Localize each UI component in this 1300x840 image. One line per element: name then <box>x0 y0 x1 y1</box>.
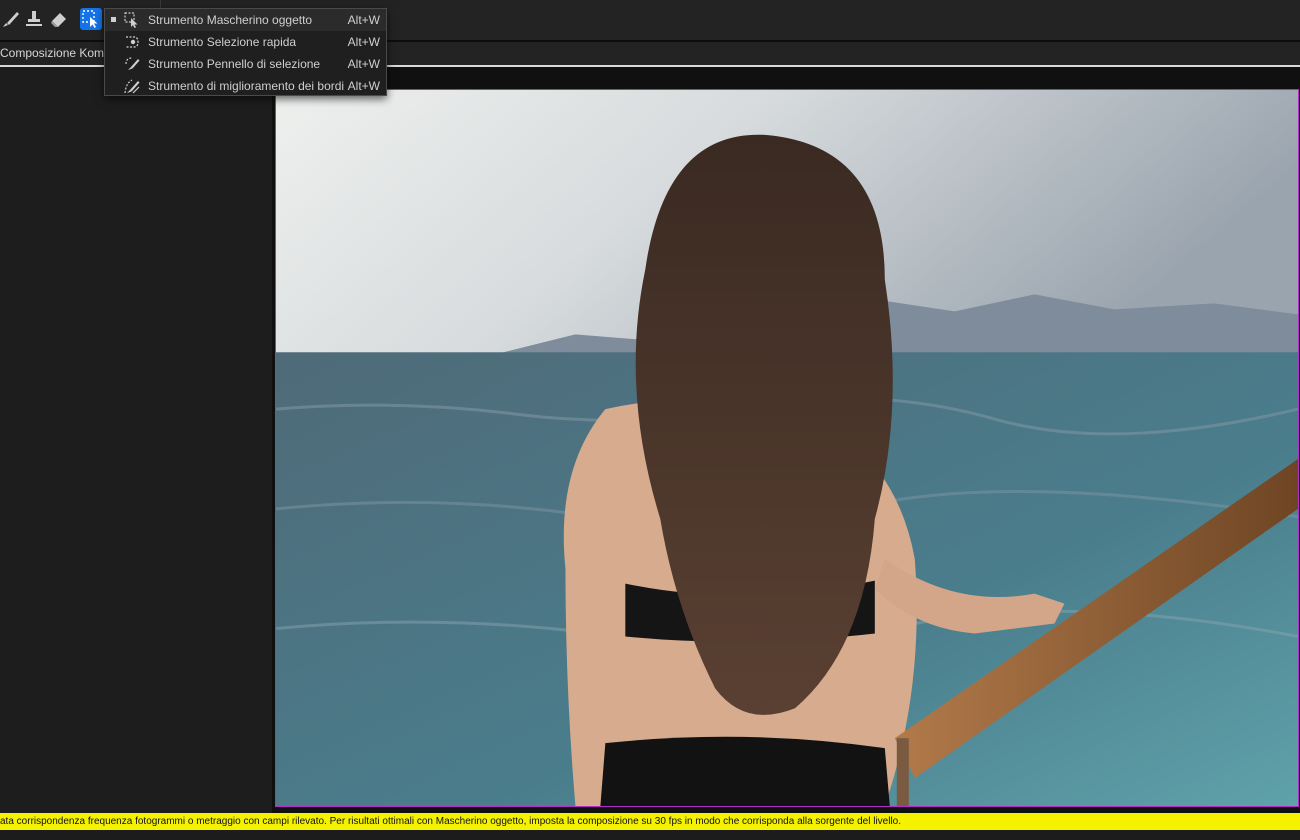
menu-item-shortcut: Alt+W <box>347 57 380 71</box>
selection-brush-icon <box>123 55 141 73</box>
bottom-strip <box>0 830 1300 840</box>
composition-frame[interactable] <box>275 89 1299 807</box>
quick-selection-icon <box>123 33 141 51</box>
menu-item-selection-brush[interactable]: Strumento Pennello di selezione Alt+W <box>105 53 386 75</box>
menu-item-label: Strumento Selezione rapida <box>148 35 297 49</box>
eraser-icon[interactable] <box>48 8 70 30</box>
menu-item-shortcut: Alt+W <box>347 35 380 49</box>
menu-item-label: Strumento di miglioramento dei bordi <box>148 79 345 93</box>
object-selection-tool-button[interactable] <box>80 8 102 30</box>
clone-stamp-icon[interactable] <box>23 8 45 30</box>
menu-item-quick-selection[interactable]: Strumento Selezione rapida Alt+W <box>105 31 386 53</box>
composition-tab[interactable]: Composizione Komp 1 <box>0 46 121 60</box>
brush-icon[interactable] <box>0 8 22 30</box>
menu-item-label: Strumento Pennello di selezione <box>148 57 321 71</box>
left-panel <box>0 67 272 813</box>
tool-flyout-menu: Strumento Mascherino oggetto Alt+W Strum… <box>104 8 387 96</box>
menu-item-label: Strumento Mascherino oggetto <box>148 13 313 27</box>
object-selection-icon <box>82 10 98 28</box>
warning-status-bar: ata corrispondenza frequenza fotogrammi … <box>0 813 1300 830</box>
menu-item-shortcut: Alt+W <box>347 79 380 93</box>
menu-item-shortcut: Alt+W <box>347 13 380 27</box>
footage-image <box>276 90 1298 806</box>
menu-item-object-matte[interactable]: Strumento Mascherino oggetto Alt+W <box>105 9 386 31</box>
object-matte-icon <box>123 11 141 29</box>
refine-edge-icon <box>123 77 141 95</box>
menu-item-refine-edge[interactable]: Strumento di miglioramento dei bordi Alt… <box>105 75 386 97</box>
selected-bullet <box>111 17 116 22</box>
